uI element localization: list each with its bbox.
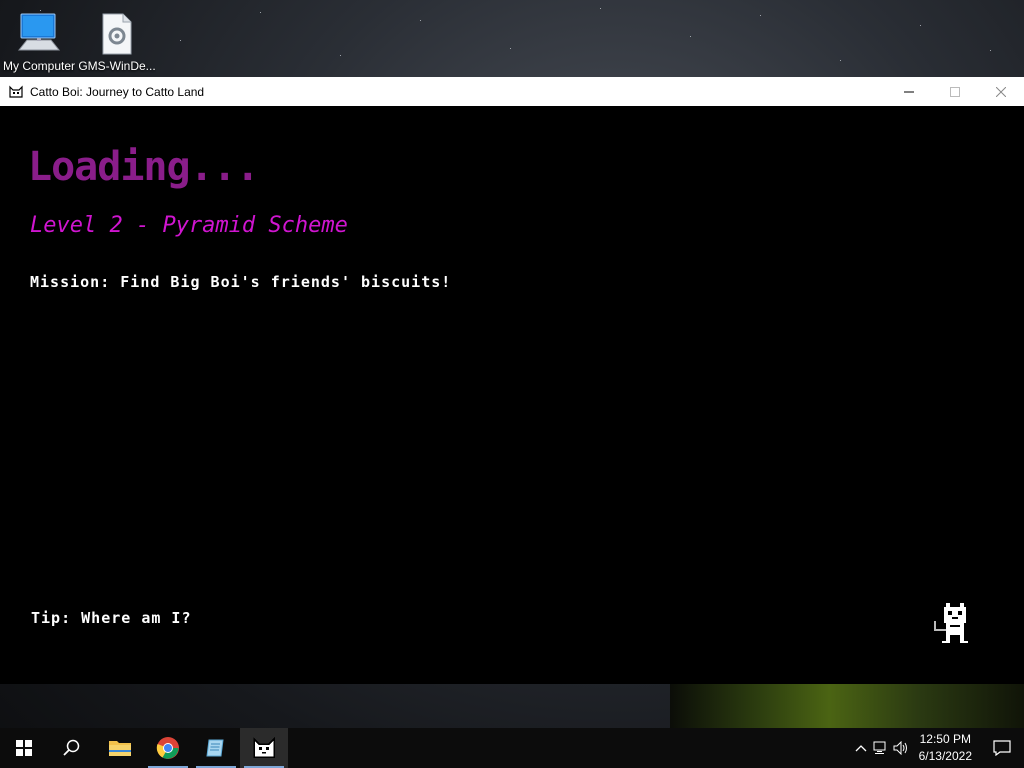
close-icon [996, 86, 1006, 97]
action-center-button[interactable] [980, 728, 1024, 768]
taskbar-chrome[interactable] [144, 728, 192, 768]
cat-sprite [930, 601, 970, 654]
desktop-icon-gms-windows[interactable]: GMS-WinDe... [78, 6, 156, 73]
volume-button[interactable] [891, 728, 911, 768]
taskbar-clock[interactable]: 12:50 PM 6/13/2022 [911, 731, 980, 765]
catto-boi-icon [8, 84, 24, 100]
computer-icon [0, 6, 78, 56]
clock-time: 12:50 PM [919, 732, 971, 746]
window-title: Catto Boi: Journey to Catto Land [30, 84, 205, 99]
desktop-wallpaper-grass [670, 684, 1024, 728]
desktop-icon-my-computer[interactable]: My Computer [0, 6, 78, 73]
folder-icon [109, 741, 131, 756]
game-window: Catto Boi: Journey to Catto Land Loading… [0, 77, 1024, 684]
level-title: Level 2 - Pyramid Scheme [30, 213, 348, 238]
maximize-button[interactable] [932, 77, 978, 106]
settings-file-icon [78, 6, 156, 56]
window-titlebar[interactable]: Catto Boi: Journey to Catto Land [0, 77, 1024, 106]
search-icon [63, 739, 80, 756]
network-button[interactable] [871, 728, 891, 768]
catto-boi-icon [253, 737, 275, 758]
maximize-icon [950, 86, 960, 97]
start-icon [16, 740, 32, 756]
minimize-icon [904, 91, 914, 92]
search-button[interactable] [48, 728, 96, 768]
taskbar-notepad[interactable] [192, 728, 240, 768]
chevron-up-icon [855, 745, 867, 752]
volume-icon [893, 741, 907, 755]
chrome-icon [156, 737, 179, 759]
game-canvas[interactable]: Loading... Level 2 - Pyramid Scheme Miss… [0, 106, 1024, 684]
taskbar-file-explorer[interactable] [96, 728, 144, 768]
minimize-button[interactable] [886, 77, 932, 106]
desktop-icon-label: My Computer [2, 59, 76, 73]
desktop-icon-label: GMS-WinDe... [78, 59, 156, 73]
clock-date: 6/13/2022 [918, 749, 972, 763]
mission-text: Mission: Find Big Boi's friends' biscuit… [30, 273, 452, 291]
taskbar: 12:50 PM 6/13/2022 [0, 728, 1024, 768]
notification-icon [993, 740, 1011, 756]
loading-heading: Loading... [28, 144, 260, 190]
system-tray: 12:50 PM 6/13/2022 [851, 728, 1024, 768]
close-button[interactable] [978, 77, 1024, 106]
show-hidden-icons-button[interactable] [851, 728, 871, 768]
tip-text: Tip: Where am I? [31, 609, 192, 627]
network-icon [873, 741, 886, 754]
start-button[interactable] [0, 728, 48, 768]
notepad-icon [206, 739, 224, 757]
taskbar-catto-boi[interactable] [240, 728, 288, 768]
